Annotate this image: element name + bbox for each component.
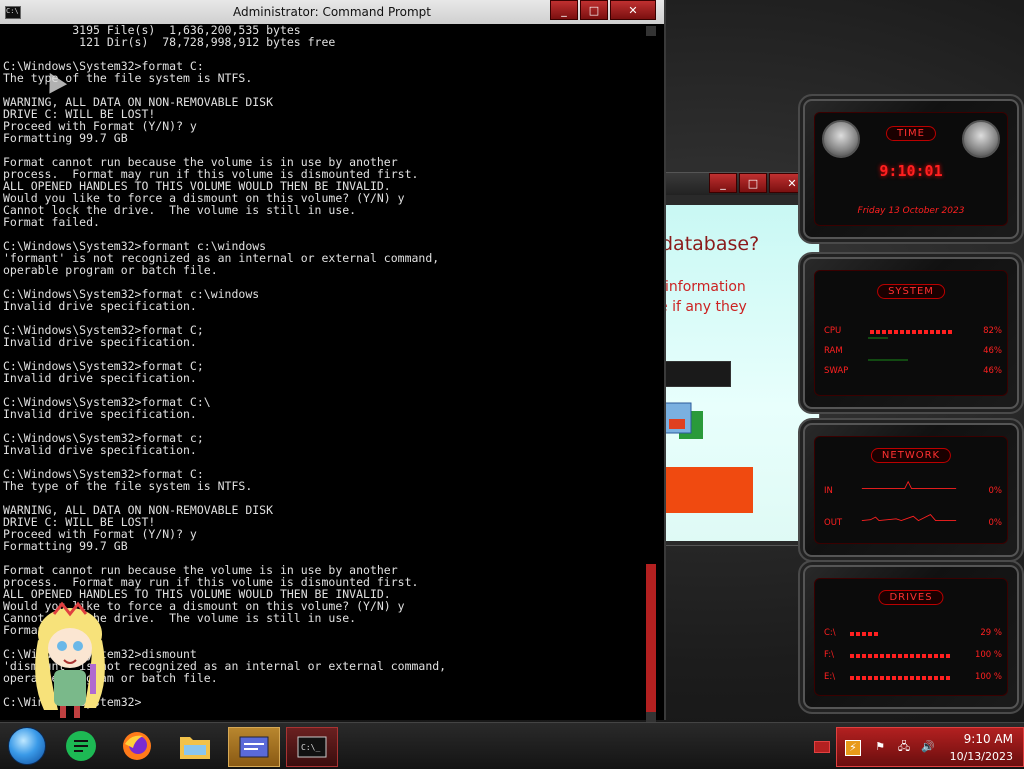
row-label: C:\ <box>824 628 836 638</box>
usage-bar <box>850 676 950 680</box>
row-value: 29 % <box>980 628 1002 638</box>
gadget-title: SYSTEM <box>877 284 945 299</box>
row-value: 0% <box>988 518 1003 528</box>
network-out-graph <box>861 514 957 522</box>
terminal-icon: C:\_ <box>297 736 327 758</box>
console-line: The type of the file system is NTFS. <box>3 71 253 85</box>
row-value: 0% <box>988 486 1003 496</box>
window-card-icon <box>239 736 269 758</box>
console-line: Invalid drive specification. <box>3 407 197 421</box>
row-value: 46% <box>983 366 1002 376</box>
scroll-up-arrow-icon[interactable] <box>646 26 656 36</box>
vertical-scrollbar[interactable] <box>644 24 658 722</box>
tray-clock-time[interactable]: 9:10 AM <box>964 732 1013 746</box>
maximize-button[interactable]: □ <box>739 173 767 193</box>
network-in-row: IN 0% <box>824 480 1003 498</box>
dialog-text-line: e if any they <box>659 299 747 315</box>
dialog-action-button[interactable] <box>659 467 753 513</box>
usage-bar <box>850 632 879 636</box>
row-label: IN <box>824 486 833 496</box>
dialog-input-field[interactable] <box>659 361 731 387</box>
tray-clock-date[interactable]: 10/13/2023 <box>950 750 1013 763</box>
drives-gadget[interactable]: DRIVES C:\ 29 % F:\ 100 % E:\ 100 % <box>798 560 1024 714</box>
taskbar: C:\_ ⚡ ⚑ 🖧 🔊 9:10 AM 10/13/2023 <box>0 722 1024 769</box>
scrollbar-thumb[interactable] <box>646 564 656 712</box>
taskbar-command-prompt[interactable]: C:\_ <box>286 727 338 767</box>
action-center-flag-icon[interactable]: ⚑ <box>873 740 887 754</box>
close-button[interactable]: ✕ <box>610 0 656 20</box>
row-value: 46% <box>983 346 1002 356</box>
network-out-row: OUT 0% <box>824 514 1003 530</box>
folder-icon <box>180 737 210 759</box>
system-gadget[interactable]: SYSTEM CPU 82% RAM 46% SWAP 46% <box>798 252 1024 414</box>
digital-clock: 9:10:01 <box>879 162 943 180</box>
svg-text:C:\_: C:\_ <box>301 743 320 752</box>
console-line: Invalid drive specification. <box>3 443 197 457</box>
console-line: Invalid drive specification. <box>3 371 197 385</box>
drive-row: E:\ 100 % <box>824 672 1002 684</box>
row-value: 82% <box>983 326 1002 336</box>
start-button[interactable] <box>2 727 52 765</box>
swap-row: SWAP 46% <box>824 359 1002 378</box>
gadget-title: DRIVES <box>878 590 944 605</box>
firefox-icon <box>123 732 151 760</box>
show-hidden-icons-icon[interactable] <box>814 741 830 753</box>
network-gadget[interactable]: NETWORK IN 0% OUT 0% <box>798 418 1024 562</box>
system-tray: ⚡ ⚑ 🖧 🔊 9:10 AM 10/13/2023 <box>836 727 1024 767</box>
minimize-button[interactable]: _ <box>709 173 737 193</box>
row-value: 100 % <box>974 672 1002 682</box>
console-line: The type of the file system is NTFS. <box>3 479 253 493</box>
row-label: CPU <box>824 326 842 336</box>
scroll-down-arrow-icon[interactable] <box>646 712 656 722</box>
alien-logo-icon <box>962 120 1000 158</box>
drive-row: C:\ 29 % <box>824 628 1002 640</box>
console-line: Formatting 99.7 GB <box>3 539 128 553</box>
taskbar-firefox[interactable] <box>112 727 162 765</box>
console-line: Format failed. <box>3 215 100 229</box>
drive-row: F:\ 100 % <box>824 650 1002 662</box>
dialog-content: database? information e if any they <box>659 205 819 541</box>
usage-bar <box>850 654 950 658</box>
tray-app-icon[interactable]: ⚡ <box>845 740 861 756</box>
cmd-titlebar[interactable]: C:\ Administrator: Command Prompt _ □ ✕ <box>0 0 664 24</box>
alien-logo-icon <box>822 120 860 158</box>
volume-icon[interactable]: 🔊 <box>921 740 935 754</box>
console-line: Invalid drive specification. <box>3 335 197 349</box>
console-line: Invalid drive specification. <box>3 299 197 313</box>
taskbar-notes-app[interactable] <box>56 727 106 765</box>
dialog-text-line: information <box>665 279 746 295</box>
row-label: OUT <box>824 518 843 528</box>
row-label: SWAP <box>824 366 849 376</box>
cartoon-character-sticker <box>35 601 105 718</box>
row-label: RAM <box>824 346 843 356</box>
green-lines-icon <box>66 731 96 761</box>
gadget-title: TIME <box>885 126 937 141</box>
gadget-title: NETWORK <box>870 448 952 463</box>
minimize-button[interactable]: _ <box>550 0 578 20</box>
console-line: operable program or batch file. <box>3 263 218 277</box>
ram-graph <box>868 337 888 339</box>
network-icon[interactable]: 🖧 <box>897 740 911 754</box>
network-in-graph <box>861 480 957 489</box>
usage-bar <box>870 330 952 334</box>
dialog-heading: database? <box>661 233 760 255</box>
taskbar-control-panel[interactable] <box>228 727 280 767</box>
row-value: 100 % <box>974 650 1002 660</box>
taskbar-file-explorer[interactable] <box>170 727 220 765</box>
row-label: F:\ <box>824 650 834 660</box>
console-line: Formatting 99.7 GB <box>3 131 128 145</box>
time-gadget[interactable]: TIME 9:10:01 Friday 13 October 2023 <box>798 94 1024 244</box>
swap-graph <box>868 359 908 361</box>
windows-orb-icon <box>8 727 46 765</box>
maximize-button[interactable]: □ <box>580 0 608 20</box>
console-line: 121 Dir(s) 78,728,998,912 bytes free <box>3 35 336 49</box>
row-label: E:\ <box>824 672 836 682</box>
date-text: Friday 13 October 2023 <box>857 206 965 216</box>
